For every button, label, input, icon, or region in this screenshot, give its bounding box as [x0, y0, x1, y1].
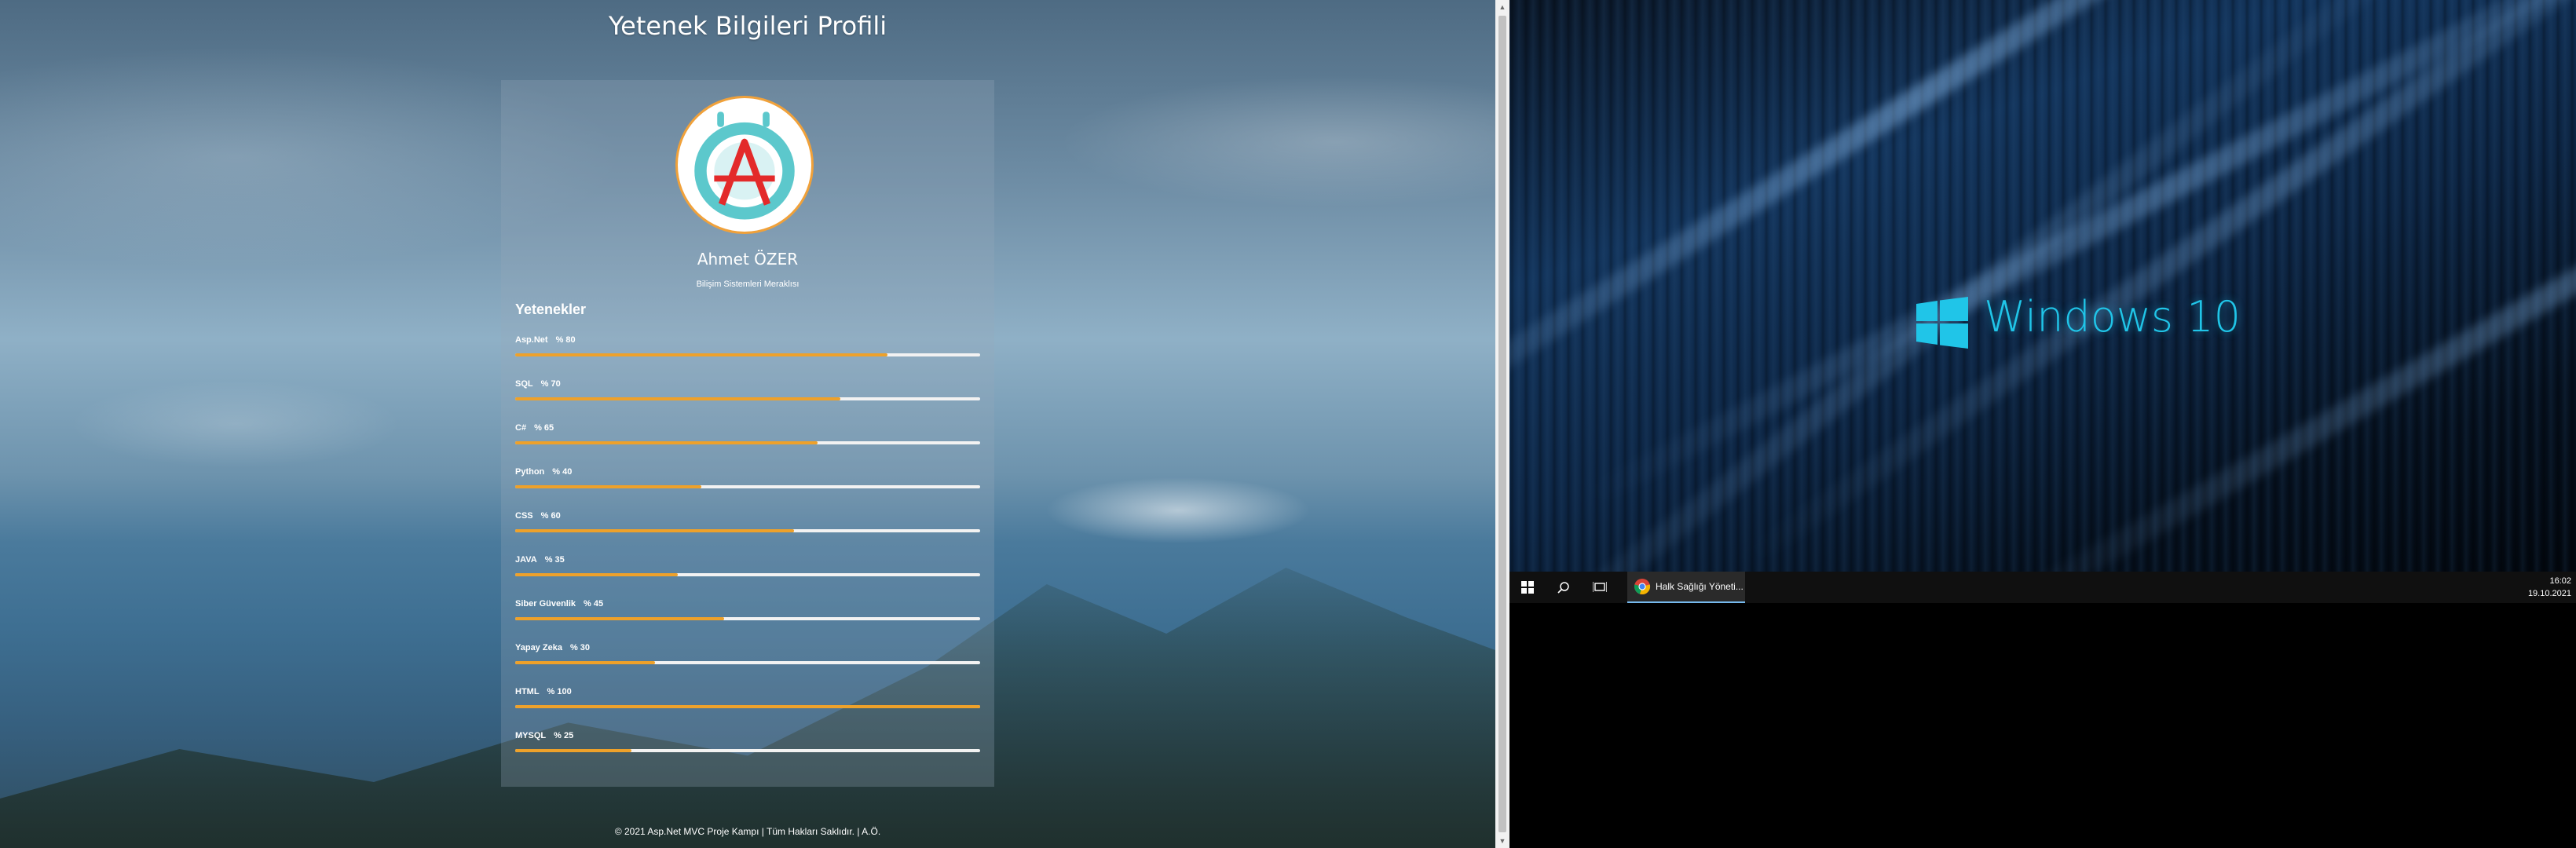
skill-percent: % 100: [547, 687, 572, 696]
skill-progress-fill: [515, 661, 655, 664]
skill-percent: % 70: [540, 379, 561, 389]
skill-item: MYSQL % 25: [515, 729, 980, 773]
page-title: Yetenek Bilgileri Profili: [608, 11, 887, 41]
task-view-icon[interactable]: [1582, 572, 1618, 603]
skill-item: CSS % 60: [515, 509, 980, 553]
skill-name: Yapay Zeka: [515, 643, 562, 652]
skills-heading: Yetenekler: [515, 302, 587, 317]
skill-name: Asp.Net: [515, 335, 548, 345]
avatar: [675, 96, 814, 234]
skill-name: MYSQL: [515, 731, 547, 740]
clock-date: 19.10.2021: [2527, 589, 2571, 598]
skill-progress-fill: [515, 485, 701, 488]
skill-item: HTML % 100: [515, 685, 980, 729]
skill-progress-bar: [515, 529, 980, 532]
skill-progress-bar: [515, 353, 980, 356]
skill-percent: % 60: [540, 511, 561, 521]
skill-progress-fill: [515, 353, 887, 356]
skill-progress-fill: [515, 573, 679, 576]
skill-progress-fill: [515, 705, 980, 708]
wallpaper-light-beam: [1738, 0, 2576, 572]
wallpaper-light-beam: [1974, 0, 2576, 572]
scroll-down-arrow-icon[interactable]: ▼: [1495, 834, 1509, 848]
taskbar-app-label: Halk Sağlığı Yöneti...: [1656, 581, 1744, 592]
scrollbar-thumb[interactable]: [1498, 16, 1506, 832]
skill-percent: % 25: [554, 731, 574, 740]
skill-progress-bar: [515, 441, 980, 444]
skill-item: Python % 40: [515, 465, 980, 509]
skill-progress-fill: [515, 397, 841, 400]
profile-name: Ahmet ÖZER: [697, 250, 799, 269]
skill-percent: % 40: [552, 467, 573, 477]
skill-name: CSS: [515, 511, 533, 521]
skill-progress-bar: [515, 749, 980, 752]
ao-logo-icon: [683, 104, 806, 226]
taskbar: Halk Sağlığı Yöneti... 16:02 19.10.2021: [1509, 572, 2576, 603]
skill-progress-fill: [515, 441, 818, 444]
desktop: Windows 10 Halk Sağlığı Yöneti... 16:02 …: [1509, 0, 2576, 848]
skill-progress-fill: [515, 529, 795, 532]
skill-item: C# % 65: [515, 421, 980, 465]
skill-name: HTML: [515, 687, 540, 696]
profile-subtitle: Bilişim Sistemleri Meraklısı: [696, 280, 800, 289]
desktop-wallpaper: Windows 10: [1509, 0, 2576, 572]
skill-item: SQL % 70: [515, 377, 980, 421]
skill-name: Python: [515, 467, 545, 477]
taskbar-app-button[interactable]: Halk Sağlığı Yöneti...: [1627, 572, 1745, 603]
skill-percent: % 30: [569, 643, 591, 652]
skill-progress-bar: [515, 573, 980, 576]
skill-progress-bar: [515, 705, 980, 708]
skill-name: C#: [515, 423, 527, 433]
skill-progress-bar: [515, 485, 980, 488]
vertical-scrollbar[interactable]: ▲ ▼: [1495, 0, 1509, 848]
windows-start-icon[interactable]: [1509, 572, 1546, 603]
skill-item: Siber Güvenlik % 45: [515, 597, 980, 641]
taskbar-clock[interactable]: 16:02 19.10.2021: [2508, 575, 2571, 600]
skill-percent: % 45: [584, 599, 604, 609]
browser-page: Yetenek Bilgileri Profili Ahmet ÖZER Bil…: [0, 0, 1495, 848]
skill-name: Siber Güvenlik: [515, 599, 576, 609]
skill-percent: % 80: [555, 335, 576, 345]
chrome-icon: [1634, 579, 1651, 594]
skill-progress-fill: [515, 617, 725, 620]
skill-progress-fill: [515, 749, 631, 752]
skill-progress-bar: [515, 661, 980, 664]
skill-item: JAVA % 35: [515, 553, 980, 597]
skill-item: Asp.Net % 80: [515, 333, 980, 377]
skill-progress-bar: [515, 397, 980, 400]
footer-copyright: © 2021 Asp.Net MVC Proje Kampı | Tüm Hak…: [614, 826, 881, 837]
scroll-up-arrow-icon[interactable]: ▲: [1495, 0, 1509, 14]
skill-progress-bar: [515, 617, 980, 620]
skill-name: JAVA: [515, 555, 537, 565]
skill-percent: % 35: [544, 555, 565, 565]
skills-list: Asp.Net % 80 SQL % 70 C# % 65 Python % 40 CS…: [515, 333, 980, 773]
profile-card: Ahmet ÖZER Bilişim Sistemleri Meraklısı …: [501, 80, 994, 787]
search-icon[interactable]: [1546, 572, 1582, 603]
skill-percent: % 65: [534, 423, 554, 433]
skill-item: Yapay Zeka % 30: [515, 641, 980, 685]
skill-name: SQL: [515, 379, 533, 389]
clock-time: 16:02: [2549, 576, 2571, 586]
windows-logo-icon: [1916, 297, 1968, 349]
windows-10-wordmark: Windows 10: [1984, 292, 2241, 342]
